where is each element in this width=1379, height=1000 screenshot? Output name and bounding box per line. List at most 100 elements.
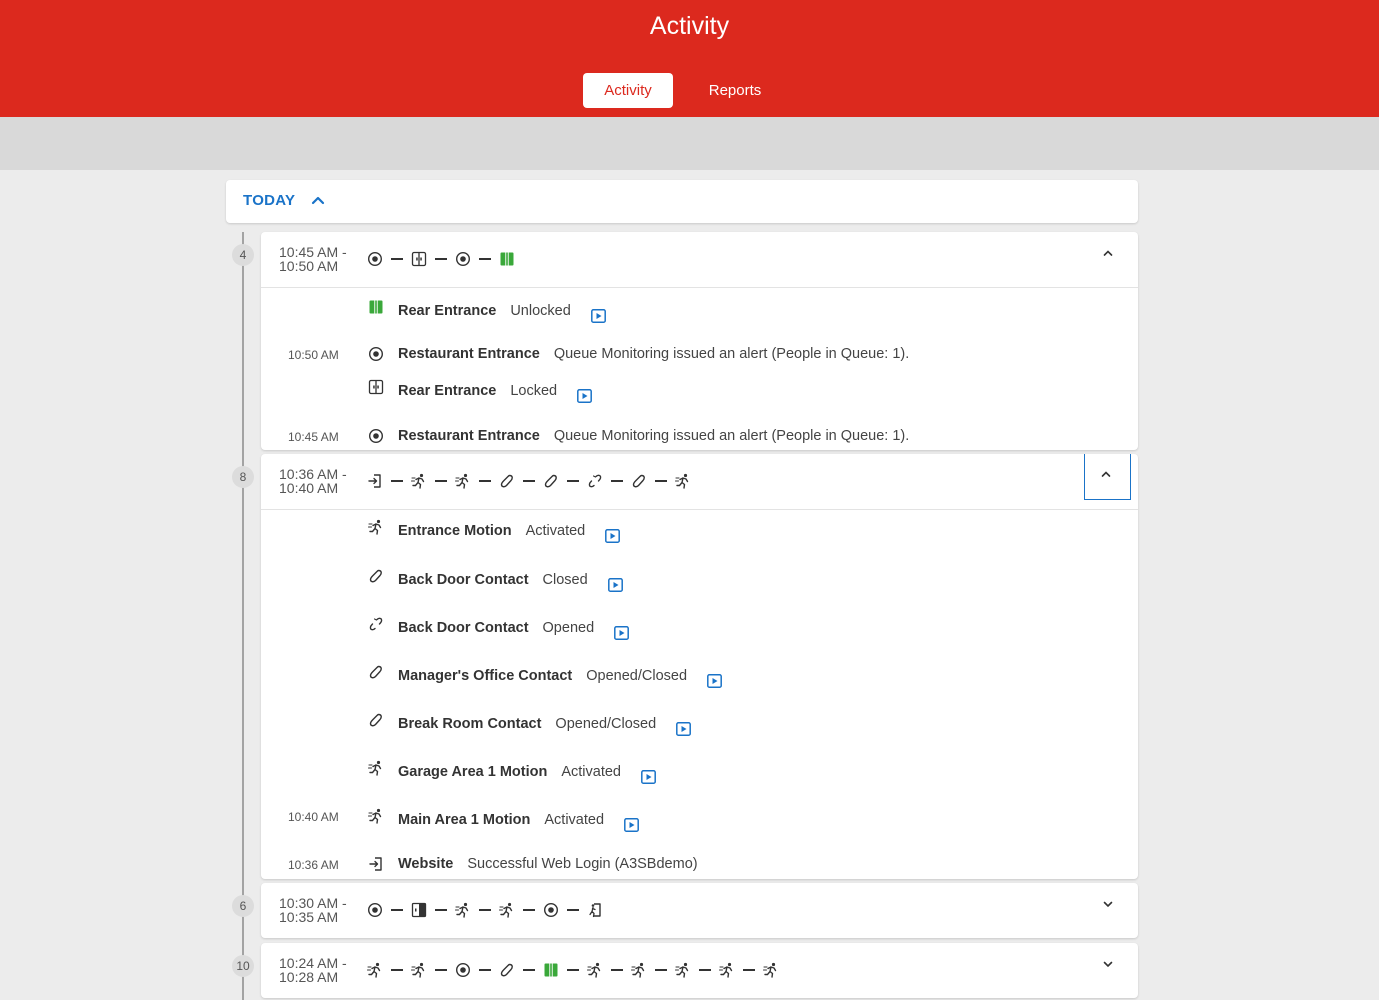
event-summary-icons bbox=[367, 961, 779, 979]
expand-button[interactable] bbox=[1078, 943, 1138, 991]
event-summary-icons bbox=[367, 901, 603, 919]
event-device[interactable]: Back Door Contact bbox=[398, 572, 529, 588]
event-row[interactable]: Rear Entrance Locked bbox=[261, 378, 1138, 403]
separator-dash bbox=[567, 969, 579, 971]
group-header[interactable]: 10:24 AM - 10:28 AM bbox=[261, 943, 1138, 998]
target-icon bbox=[543, 902, 559, 918]
today-section-header[interactable]: TODAY bbox=[226, 180, 1138, 223]
event-device[interactable]: Back Door Contact bbox=[398, 620, 529, 636]
separator-dash bbox=[567, 480, 579, 482]
tab-reports[interactable]: Reports bbox=[690, 73, 780, 108]
contact-closed-icon bbox=[499, 962, 515, 978]
separator-dash bbox=[655, 969, 667, 971]
time-range: 10:30 AM - 10:35 AM bbox=[279, 896, 347, 924]
event-device[interactable]: Rear Entrance bbox=[398, 303, 496, 319]
motion-icon bbox=[455, 902, 471, 918]
event-text: Garage Area 1 Motion Activated bbox=[398, 760, 656, 784]
event-row[interactable]: 10:36 AM Website Successful Web Login (A3S… bbox=[261, 855, 1138, 875]
motion-icon bbox=[631, 962, 647, 978]
chevron-down-icon bbox=[1103, 901, 1113, 908]
separator-dash bbox=[743, 969, 755, 971]
event-row[interactable]: Back Door Contact Closed bbox=[261, 567, 1138, 592]
event-device[interactable]: Website bbox=[398, 856, 453, 872]
target-icon bbox=[455, 962, 471, 978]
group-header[interactable]: 10:45 AM - 10:50 AM bbox=[261, 232, 1138, 288]
event-row[interactable]: Garage Area 1 Motion Activated bbox=[261, 759, 1138, 784]
range-end: 10:40 AM bbox=[279, 480, 339, 496]
group-header[interactable]: 10:30 AM - 10:35 AM bbox=[261, 883, 1138, 938]
play-video-icon[interactable] bbox=[676, 722, 692, 736]
event-time: 10:40 AM bbox=[288, 810, 339, 824]
filter-bar bbox=[0, 117, 1379, 170]
event-device[interactable]: Garage Area 1 Motion bbox=[398, 764, 547, 780]
activity-group: 10:36 AM - 10:40 AM Entrance Motion Activ… bbox=[261, 454, 1138, 879]
target-icon bbox=[368, 428, 384, 444]
separator-dash bbox=[479, 258, 491, 260]
event-row[interactable]: Entrance Motion Activated bbox=[261, 518, 1138, 543]
contact-closed-icon bbox=[368, 664, 384, 680]
event-row[interactable]: Rear Entrance Unlocked bbox=[261, 298, 1138, 323]
separator-dash bbox=[435, 258, 447, 260]
separator-dash bbox=[479, 909, 491, 911]
event-count-badge: 4 bbox=[232, 244, 254, 266]
chevron-down-icon bbox=[1103, 961, 1113, 968]
motion-icon bbox=[675, 473, 691, 489]
motion-icon bbox=[411, 962, 427, 978]
collapse-button[interactable] bbox=[1084, 454, 1131, 500]
play-video-icon[interactable] bbox=[624, 818, 639, 832]
chevron-up-icon[interactable] bbox=[311, 194, 325, 206]
play-video-icon[interactable] bbox=[607, 578, 623, 592]
play-video-icon[interactable] bbox=[605, 529, 621, 543]
event-summary-icons bbox=[367, 472, 691, 490]
door-open-icon bbox=[411, 902, 427, 918]
separator-dash bbox=[699, 969, 711, 971]
event-row[interactable]: 10:45 AM Restaurant Entrance Queue Monitor… bbox=[261, 427, 1138, 447]
separator-dash bbox=[435, 969, 447, 971]
event-status: Opened/Closed bbox=[555, 716, 657, 732]
contact-closed-icon bbox=[368, 712, 384, 728]
event-count-badge: 10 bbox=[232, 955, 254, 977]
motion-icon bbox=[763, 962, 779, 978]
expand-button[interactable] bbox=[1078, 883, 1138, 931]
timeline-line bbox=[242, 232, 244, 1000]
range-end: 10:35 AM bbox=[279, 909, 339, 925]
event-device[interactable]: Restaurant Entrance bbox=[398, 346, 540, 362]
event-row[interactable]: Back Door Contact Opened bbox=[261, 615, 1138, 640]
time-range: 10:36 AM - 10:40 AM bbox=[279, 467, 347, 495]
exit-icon bbox=[587, 902, 603, 918]
event-row[interactable]: Break Room Contact Opened/Closed bbox=[261, 711, 1138, 736]
event-text: Restaurant Entrance Queue Monitoring issu… bbox=[398, 428, 909, 444]
login-icon bbox=[367, 473, 383, 489]
door-unlocked-icon bbox=[543, 962, 559, 978]
event-device[interactable]: Break Room Contact bbox=[398, 716, 541, 732]
separator-dash bbox=[391, 480, 403, 482]
tab-activity[interactable]: Activity bbox=[583, 73, 673, 108]
play-video-icon[interactable] bbox=[614, 626, 630, 640]
motion-icon bbox=[719, 962, 735, 978]
event-device[interactable]: Manager's Office Contact bbox=[398, 668, 572, 684]
door-icon bbox=[368, 379, 384, 395]
play-video-icon[interactable] bbox=[707, 674, 722, 688]
activity-group: 10:45 AM - 10:50 AM Rear Entrance Unlocke… bbox=[261, 232, 1138, 450]
target-icon bbox=[367, 251, 383, 267]
event-device[interactable]: Entrance Motion bbox=[398, 523, 512, 539]
motion-icon bbox=[587, 962, 603, 978]
event-device[interactable]: Main Area 1 Motion bbox=[398, 812, 530, 828]
event-device[interactable]: Rear Entrance bbox=[398, 383, 496, 399]
play-video-icon[interactable] bbox=[577, 389, 593, 403]
separator-dash bbox=[611, 969, 623, 971]
event-device[interactable]: Restaurant Entrance bbox=[398, 428, 540, 444]
event-row[interactable]: Manager's Office Contact Opened/Closed bbox=[261, 663, 1138, 688]
group-header[interactable]: 10:36 AM - 10:40 AM bbox=[261, 454, 1138, 510]
play-video-icon[interactable] bbox=[590, 309, 606, 323]
play-video-icon[interactable] bbox=[641, 770, 656, 784]
event-status: Opened bbox=[542, 620, 595, 636]
event-row[interactable]: 10:40 AM Main Area 1 Motion Activated bbox=[261, 807, 1138, 832]
separator-dash bbox=[391, 258, 403, 260]
event-status: Activated bbox=[561, 764, 621, 780]
collapse-button[interactable] bbox=[1078, 232, 1138, 280]
event-text: Entrance Motion Activated bbox=[398, 519, 621, 543]
separator-dash bbox=[435, 480, 447, 482]
event-status: Activated bbox=[544, 812, 605, 828]
event-row[interactable]: 10:50 AM Restaurant Entrance Queue Monitor… bbox=[261, 345, 1138, 365]
